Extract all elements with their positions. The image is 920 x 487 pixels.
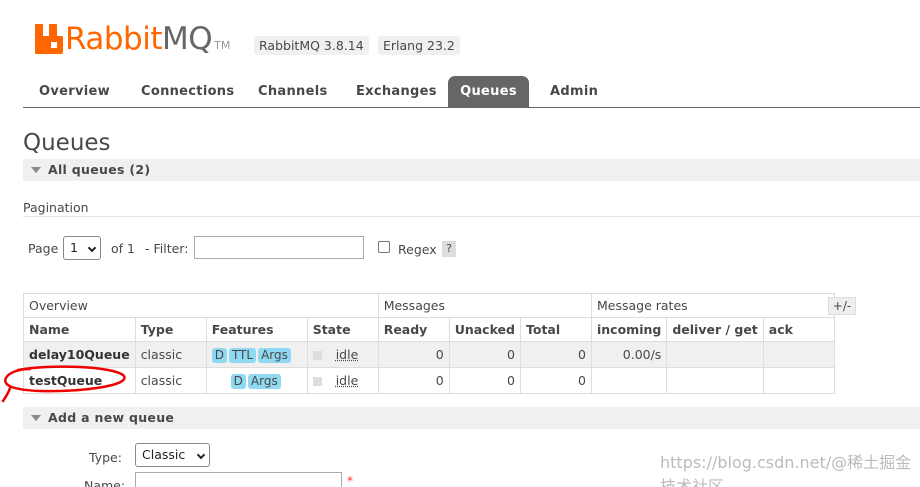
queue-incoming-rate: 0.00/s: [590, 341, 668, 368]
logo-trademark: TM: [214, 39, 231, 52]
rabbitmq-version-badge: RabbitMQ 3.8.14: [254, 36, 369, 55]
queues-table: Overview Messages Message rates Name Typ…: [23, 293, 835, 394]
queue-features: D Args: [205, 367, 308, 394]
queue-deliver-rate: [666, 367, 764, 394]
queue-name-link[interactable]: testQueue: [23, 367, 136, 394]
tab-channels[interactable]: Channels: [258, 76, 328, 108]
page-select[interactable]: 1: [63, 236, 101, 260]
collapse-triangle-icon: [31, 415, 41, 421]
queue-ready: 0: [377, 341, 450, 368]
col-header-ready[interactable]: Ready: [377, 317, 450, 342]
queue-ack-rate: [762, 341, 835, 368]
tab-overview[interactable]: Overview: [39, 76, 110, 108]
queue-state: idle: [306, 367, 379, 394]
queue-name-input[interactable]: [135, 472, 342, 487]
tab-connections[interactable]: Connections: [141, 76, 234, 108]
col-header-total[interactable]: Total: [519, 317, 592, 342]
queue-type: classic: [134, 367, 207, 394]
col-header-ack[interactable]: ack: [762, 317, 835, 342]
tab-exchanges[interactable]: Exchanges: [356, 76, 437, 108]
feature-tag-ttl: TTL: [228, 347, 257, 363]
regex-label: Regex: [398, 242, 437, 257]
rabbitmq-logo-icon: [35, 24, 63, 54]
watermark-text: https://blog.csdn.net/@稀土掘金技术社区: [660, 453, 912, 487]
feature-tag-args: Args: [258, 347, 291, 363]
col-header-deliver-get[interactable]: deliver / get: [666, 317, 764, 342]
tab-admin[interactable]: Admin: [550, 76, 598, 108]
table-row[interactable]: testQueue classic D Args idle 0 0 0: [23, 367, 835, 394]
type-label: Type:: [89, 450, 122, 465]
queue-incoming-rate: [590, 367, 668, 394]
filter-input[interactable]: [194, 236, 364, 259]
page-label: Page: [28, 241, 59, 256]
col-header-features[interactable]: Features: [205, 317, 308, 342]
add-queue-label: Add a new queue: [48, 410, 175, 425]
page-title: Queues: [23, 130, 111, 156]
main-tabs: Overview Connections Channels Exchanges …: [23, 76, 920, 108]
group-header-overview: Overview: [23, 293, 379, 318]
required-mark: *: [347, 474, 353, 487]
feature-tag-args: Args: [247, 373, 281, 389]
chevron-down-icon: [196, 450, 206, 460]
filter-label: - Filter:: [145, 241, 189, 256]
state-indicator-icon: [312, 377, 322, 386]
queue-deliver-rate: [666, 341, 764, 368]
queue-ack-rate: [762, 367, 835, 394]
queue-unacked: 0: [448, 341, 521, 368]
queue-ready: 0: [377, 367, 450, 394]
queue-features: D TTL Args: [205, 341, 308, 368]
state-indicator-icon: [312, 351, 322, 360]
all-queues-toggle[interactable]: All queues (2): [23, 159, 920, 181]
table-row[interactable]: delay10Queue classic D TTL Args idle 0 0 0…: [23, 341, 835, 368]
pagination-divider: [23, 216, 920, 217]
col-header-incoming[interactable]: incoming: [590, 317, 668, 342]
rabbitmq-logo[interactable]: RabbitMQ TM: [35, 18, 231, 57]
queue-type: classic: [134, 341, 207, 368]
col-header-type[interactable]: Type: [134, 317, 207, 342]
queue-type-select[interactable]: Classic: [135, 443, 210, 467]
add-queue-toggle[interactable]: Add a new queue: [23, 407, 920, 429]
queue-state: idle: [306, 341, 379, 368]
group-header-message-rates: Message rates: [590, 293, 835, 318]
name-label: Name:: [84, 478, 126, 487]
feature-tag-durable: D: [230, 373, 246, 389]
group-header-messages: Messages: [377, 293, 592, 318]
logo-wordmark: RabbitMQ: [65, 21, 213, 57]
queue-total: 0: [519, 367, 592, 394]
regex-checkbox[interactable]: [378, 241, 390, 253]
queue-unacked: 0: [448, 367, 521, 394]
regex-help-icon[interactable]: ?: [442, 241, 456, 257]
queue-total: 0: [519, 341, 592, 368]
erlang-version-badge: Erlang 23.2: [378, 36, 460, 55]
page-count-label: of 1: [111, 241, 135, 256]
queue-name-link[interactable]: delay10Queue: [23, 341, 136, 368]
collapse-triangle-icon: [31, 167, 41, 173]
all-queues-label: All queues (2): [48, 162, 151, 177]
pagination-heading: Pagination: [23, 200, 89, 215]
tab-queues[interactable]: Queues: [448, 76, 529, 108]
toggle-columns-button[interactable]: +/-: [828, 297, 856, 315]
feature-tag-durable: D: [211, 347, 227, 363]
chevron-down-icon: [87, 243, 97, 253]
col-header-state[interactable]: State: [306, 317, 379, 342]
col-header-name[interactable]: Name: [23, 317, 136, 342]
col-header-unacked[interactable]: Unacked: [448, 317, 521, 342]
